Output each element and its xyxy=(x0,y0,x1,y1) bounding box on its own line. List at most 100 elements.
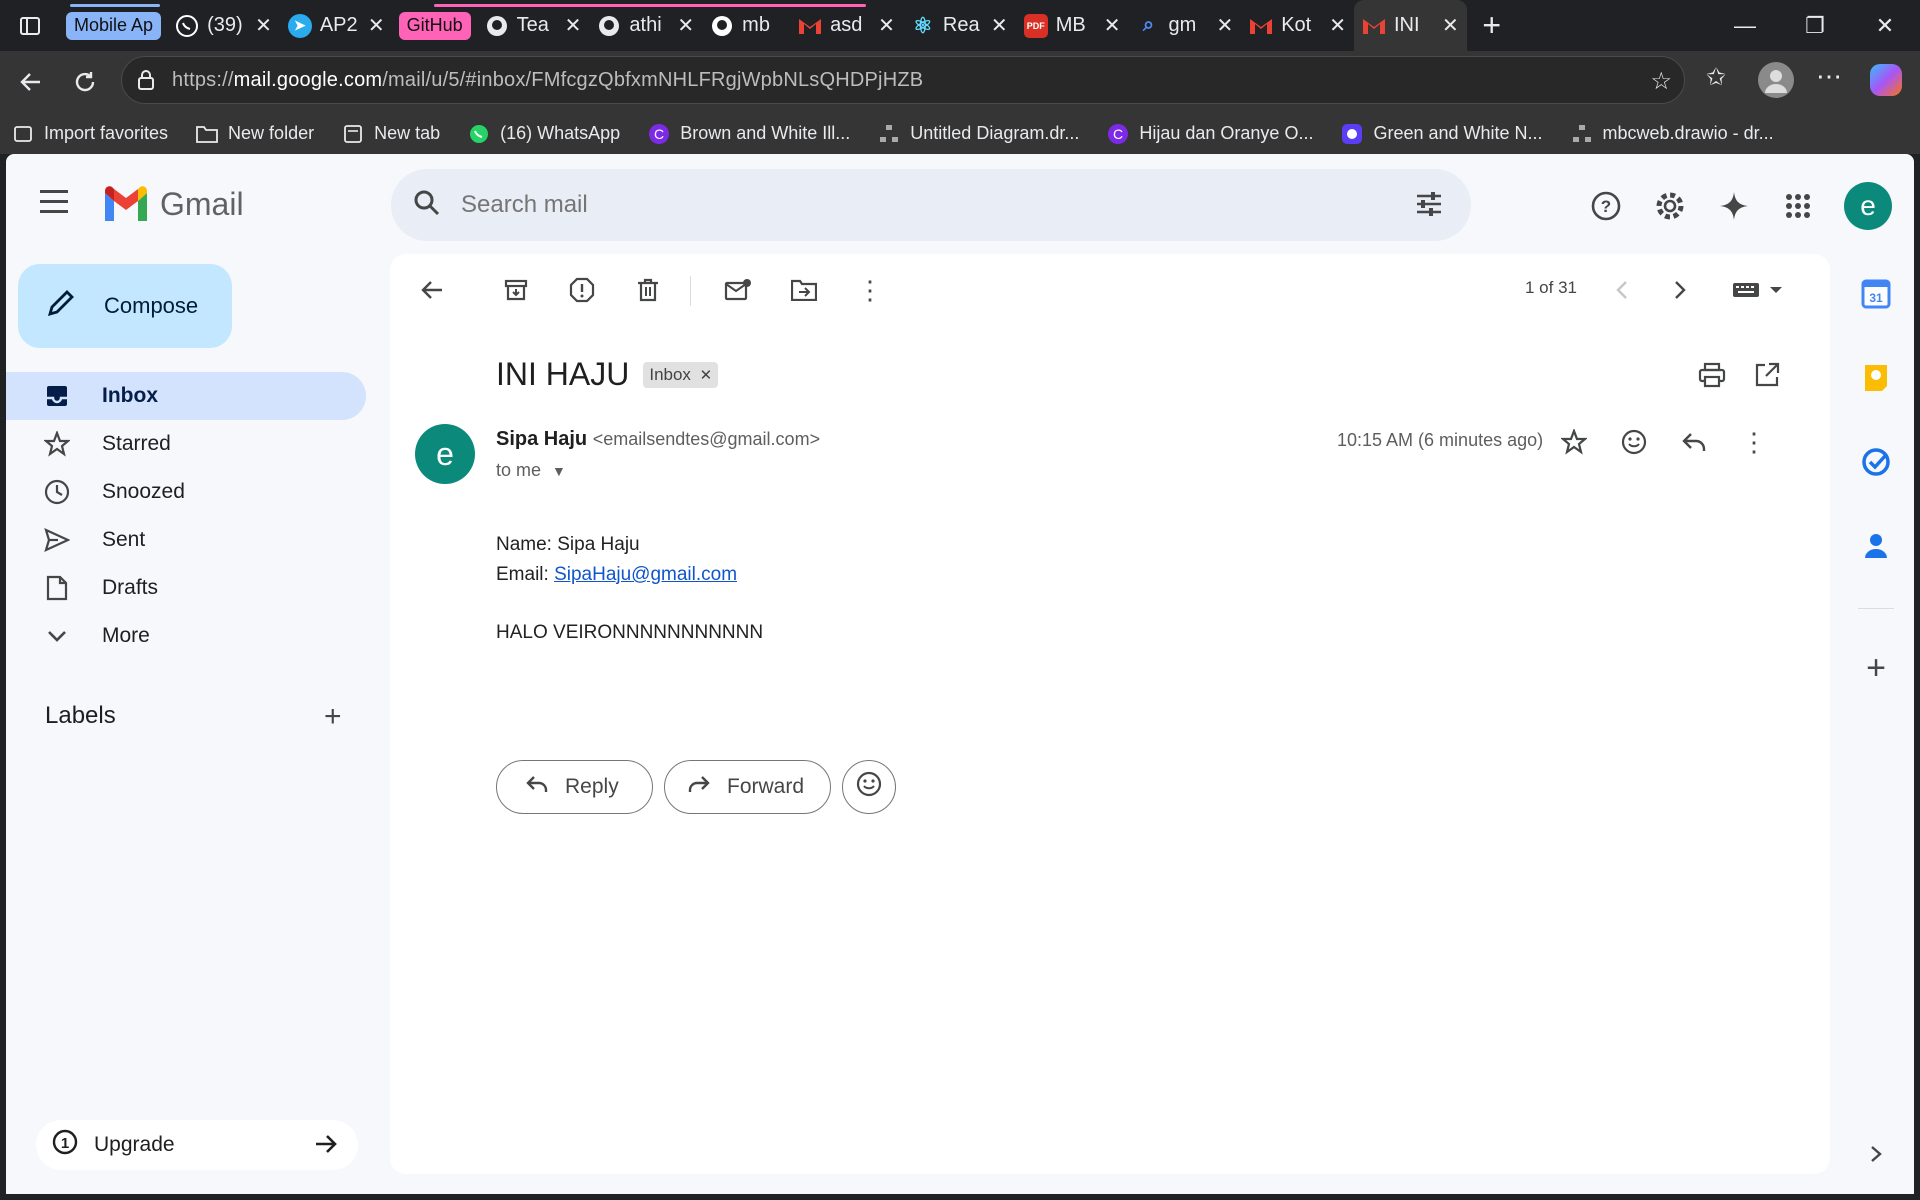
chevron-down-icon xyxy=(42,621,72,651)
close-tab-icon[interactable]: ✕ xyxy=(878,13,895,38)
bookmark-canva-2[interactable]: C Hijau dan Oranye O... xyxy=(1107,123,1313,145)
account-avatar[interactable]: e xyxy=(1844,182,1892,230)
sidebar-item-snoozed[interactable]: Snoozed xyxy=(6,468,366,516)
move-to-icon[interactable] xyxy=(786,272,822,308)
bookmark-drawio-1[interactable]: Untitled Diagram.dr... xyxy=(878,123,1079,145)
close-tab-icon[interactable]: ✕ xyxy=(255,13,272,38)
compose-button[interactable]: Compose xyxy=(18,264,232,348)
older-chevron-icon[interactable] xyxy=(1662,272,1698,308)
close-tab-icon[interactable]: ✕ xyxy=(1442,13,1459,38)
url-bar[interactable]: https://mail.google.com/mail/u/5/#inbox/… xyxy=(121,56,1685,104)
bookmark-canva-1[interactable]: C Brown and White Ill... xyxy=(648,123,850,145)
recipient-details-icon[interactable]: ▼ xyxy=(552,463,566,479)
settings-gear-icon[interactable] xyxy=(1638,174,1702,238)
profile-avatar-icon[interactable] xyxy=(1758,62,1794,98)
email-link[interactable]: SipaHaju@gmail.com xyxy=(554,564,737,585)
tab-gmail-active[interactable]: INI ✕ xyxy=(1353,0,1467,51)
more-menu-icon[interactable]: ⋯ xyxy=(1816,61,1842,92)
close-tab-icon[interactable]: ✕ xyxy=(1104,13,1121,38)
calendar-icon[interactable]: 31 xyxy=(1858,276,1894,312)
sidebar-item-inbox[interactable]: Inbox xyxy=(6,372,366,420)
sidebar-item-more[interactable]: More xyxy=(6,612,366,660)
close-tab-icon[interactable]: ✕ xyxy=(1216,13,1233,38)
search-icon[interactable] xyxy=(413,189,441,222)
bookmark-whatsapp[interactable]: (16) WhatsApp xyxy=(468,123,620,145)
tab-group-github[interactable]: GitHub xyxy=(398,11,471,40)
new-tab-icon[interactable]: + xyxy=(1467,0,1517,51)
newer-chevron-icon[interactable] xyxy=(1604,272,1640,308)
print-icon[interactable] xyxy=(1698,362,1726,393)
refresh-icon[interactable] xyxy=(62,59,108,105)
keyboard-input-icon[interactable] xyxy=(1728,272,1788,308)
tab-gmail-kot[interactable]: Kot ✕ xyxy=(1241,0,1354,51)
star-message-icon[interactable] xyxy=(1554,422,1594,462)
tab-actions-icon[interactable] xyxy=(0,0,60,51)
tab-gmail-asd[interactable]: asd ✕ xyxy=(790,0,903,51)
search-input[interactable] xyxy=(461,191,1361,219)
message-more-icon[interactable]: ⋮ xyxy=(1734,422,1774,462)
lock-icon[interactable] xyxy=(136,69,156,96)
minimize-icon[interactable]: — xyxy=(1710,0,1780,51)
tab-search[interactable]: ⌕ gm ✕ xyxy=(1128,0,1241,51)
more-options-icon[interactable]: ⋮ xyxy=(852,272,888,308)
sidebar-item-starred[interactable]: Starred xyxy=(6,420,366,468)
archive-icon[interactable] xyxy=(498,272,534,308)
close-tab-icon[interactable]: ✕ xyxy=(991,13,1008,38)
delete-icon[interactable] xyxy=(630,272,666,308)
tab-github-2[interactable]: athi ✕ xyxy=(589,0,702,51)
close-tab-icon[interactable]: ✕ xyxy=(1329,13,1346,38)
back-icon[interactable] xyxy=(8,59,54,105)
close-tab-icon[interactable]: ✕ xyxy=(565,13,582,38)
contacts-icon[interactable] xyxy=(1858,528,1894,564)
search-options-icon[interactable] xyxy=(1415,191,1443,222)
close-tab-icon[interactable]: ✕ xyxy=(368,13,385,38)
emoji-reaction-icon[interactable] xyxy=(1614,422,1654,462)
folder-icon xyxy=(196,123,218,145)
gemini-sparkle-icon[interactable] xyxy=(1702,174,1766,238)
reply-button[interactable]: Reply xyxy=(496,760,653,814)
restore-icon[interactable]: ❐ xyxy=(1780,0,1850,51)
sender-name[interactable]: Sipa Haju xyxy=(496,428,587,450)
tab-whatsapp[interactable]: (39) ✕ xyxy=(167,0,280,51)
keep-icon[interactable] xyxy=(1858,360,1894,396)
help-icon[interactable]: ? xyxy=(1574,174,1638,238)
favorite-star-icon[interactable]: ☆ xyxy=(1650,67,1672,96)
bookmark-import-favorites[interactable]: Import favorites xyxy=(12,123,168,145)
back-to-inbox-icon[interactable] xyxy=(414,272,450,308)
svg-text:C: C xyxy=(654,126,664,142)
tasks-icon[interactable] xyxy=(1858,444,1894,480)
tab-pdf[interactable]: PDF MB ✕ xyxy=(1016,0,1129,51)
sidebar-item-sent[interactable]: Sent xyxy=(6,516,366,564)
tab-group-mobile[interactable]: Mobile Ap xyxy=(66,11,162,40)
remove-label-icon[interactable]: ✕ xyxy=(700,367,713,384)
gmail-logo-icon xyxy=(105,186,147,221)
copilot-icon[interactable] xyxy=(1870,64,1902,96)
upgrade-button[interactable]: 1 Upgrade xyxy=(36,1120,358,1170)
tab-github-3[interactable]: mb xyxy=(702,0,790,51)
bookmark-drawio-2[interactable]: mbcweb.drawio - dr... xyxy=(1571,123,1774,145)
tab-telegram[interactable]: ➤ AP2 ✕ xyxy=(280,0,393,51)
favorites-icon[interactable]: ✩ xyxy=(1706,63,1726,92)
bookmark-new-tab[interactable]: New tab xyxy=(342,123,440,145)
reply-icon[interactable] xyxy=(1674,422,1714,462)
main-menu-icon[interactable] xyxy=(40,190,70,220)
gmail-logo[interactable]: Gmail xyxy=(102,185,244,223)
report-spam-icon[interactable] xyxy=(564,272,600,308)
show-side-panel-chevron-icon[interactable] xyxy=(1858,1136,1894,1172)
add-label-icon[interactable]: + xyxy=(324,700,342,734)
sender-avatar[interactable]: e xyxy=(415,424,475,484)
open-new-window-icon[interactable] xyxy=(1754,362,1780,393)
tab-react[interactable]: ⚛ Rea ✕ xyxy=(903,0,1016,51)
recipient-line[interactable]: to me ▼ xyxy=(496,460,566,481)
bookmark-new-folder[interactable]: New folder xyxy=(196,123,314,145)
tab-github-1[interactable]: Tea ✕ xyxy=(477,0,590,51)
forward-button[interactable]: Forward xyxy=(664,760,831,814)
apps-grid-icon[interactable] xyxy=(1766,174,1830,238)
react-emoji-button[interactable] xyxy=(842,760,896,814)
sidebar-item-drafts[interactable]: Drafts xyxy=(6,564,366,612)
close-window-icon[interactable]: ✕ xyxy=(1850,0,1920,51)
mark-unread-icon[interactable] xyxy=(720,272,756,308)
bookmark-canva-3[interactable]: Green and White N... xyxy=(1341,123,1543,145)
close-tab-icon[interactable]: ✕ xyxy=(677,13,694,38)
get-addons-plus-icon[interactable]: + xyxy=(1858,649,1894,687)
